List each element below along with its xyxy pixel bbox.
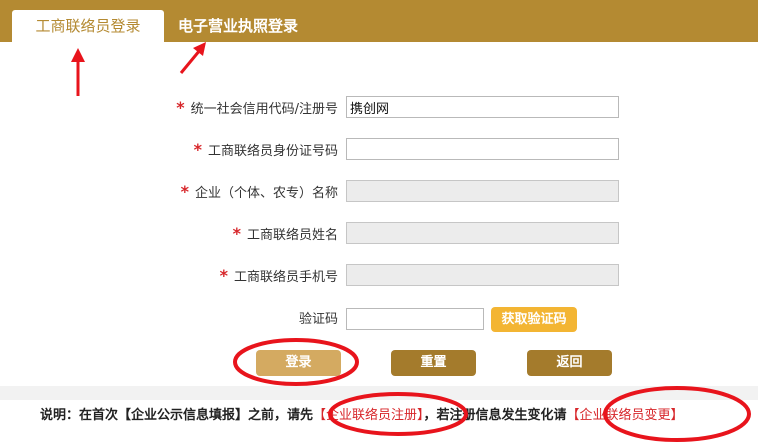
- login-button[interactable]: 登录: [256, 350, 341, 376]
- liaison-name-input: [346, 222, 619, 244]
- liaison-phone-input: [346, 264, 619, 286]
- separator-band: [0, 386, 758, 400]
- company-name-label: * 企业（个体、农专）名称: [180, 182, 338, 201]
- company-name-input: [346, 180, 619, 202]
- credit-code-input[interactable]: [346, 96, 619, 118]
- liaison-phone-label: * 工商联络员手机号: [219, 266, 338, 285]
- change-liaison-link[interactable]: 【企业联络员变更】: [567, 408, 684, 423]
- captcha-label: 验证码: [298, 312, 338, 327]
- register-liaison-link[interactable]: 【企业联络员注册】: [313, 408, 424, 423]
- row-id-number: * 工商联络员身份证号码: [0, 138, 758, 162]
- back-button[interactable]: 返回: [527, 350, 612, 376]
- tab-liaison-login[interactable]: 工商联络员登录: [12, 10, 164, 42]
- annotation-arrow-up-icon: [71, 48, 85, 96]
- required-mark: *: [176, 98, 185, 117]
- id-number-label: * 工商联络员身份证号码: [193, 140, 338, 159]
- tab-e-license-login[interactable]: 电子营业执照登录: [178, 10, 298, 42]
- instruction-note: 说明：在首次【企业公示信息填报】之前，请先【企业联络员注册】，若注册信息发生变化…: [40, 406, 684, 426]
- credit-code-label: * 统一社会信用代码/注册号: [176, 98, 338, 117]
- row-company-name: * 企业（个体、农专）名称: [0, 180, 758, 204]
- tab-bar: 工商联络员登录 电子营业执照登录: [0, 0, 758, 42]
- row-credit-code: * 统一社会信用代码/注册号: [0, 96, 758, 120]
- required-mark: *: [232, 224, 241, 243]
- row-liaison-name: * 工商联络员姓名: [0, 222, 758, 246]
- captcha-input[interactable]: [346, 308, 484, 330]
- annotation-arrow-diagonal-icon: [179, 42, 206, 74]
- required-mark: *: [193, 140, 202, 159]
- reset-button[interactable]: 重置: [391, 350, 476, 376]
- required-mark: *: [219, 266, 228, 285]
- row-liaison-phone: * 工商联络员手机号: [0, 264, 758, 288]
- row-captcha: 验证码: [0, 308, 758, 332]
- required-mark: *: [180, 182, 189, 201]
- id-number-input[interactable]: [346, 138, 619, 160]
- get-captcha-button[interactable]: 获取验证码: [491, 307, 577, 332]
- note-middle: ，若注册信息发生变化请: [423, 408, 567, 423]
- note-prefix: 说明：在首次【企业公示信息填报】之前，请先: [40, 408, 314, 423]
- liaison-name-label: * 工商联络员姓名: [232, 224, 338, 243]
